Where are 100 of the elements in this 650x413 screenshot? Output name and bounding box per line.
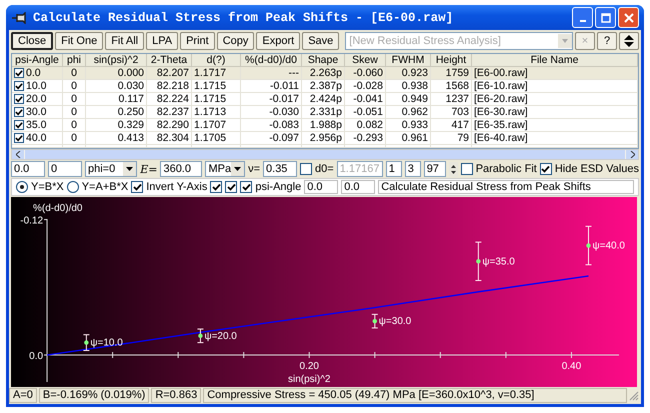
unit-dropdown[interactable]: MPa: [205, 161, 246, 177]
checkbox-label: Parabolic Fit: [476, 163, 537, 175]
table-cell: 82.224: [156, 93, 189, 105]
pin-icon: [11, 12, 29, 24]
toolbar-button[interactable]: LPA: [146, 32, 178, 50]
toolbar-button[interactable]: Copy: [216, 32, 254, 50]
checkbox[interactable]: [14, 68, 24, 78]
table-cell: 0.000: [118, 67, 144, 79]
toolbar-button[interactable]: Close: [11, 32, 54, 50]
table-cell: 1.1713: [194, 106, 226, 118]
point: [84, 340, 89, 345]
column-header[interactable]: Shape: [302, 54, 344, 66]
table-cell: 0.949: [402, 93, 428, 105]
input-field[interactable]: 97: [424, 161, 446, 177]
table-cell: 417: [451, 119, 469, 131]
table-cell: 0: [71, 80, 77, 92]
toolbar-button[interactable]: Fit One: [55, 32, 104, 50]
phi-dropdown[interactable]: phi=0: [85, 161, 138, 177]
column-header[interactable]: Height: [430, 54, 472, 66]
table-row[interactable]: 35.0 0 0.329 82.290 1.1707 -0.083 1.988p 0.082 0.933 417 [E6-35.raw]: [12, 118, 638, 132]
column-header[interactable]: Skew: [344, 54, 386, 66]
dropdown-arrow-icon: [126, 167, 134, 171]
maximize-button[interactable]: [595, 7, 616, 28]
checkbox[interactable]: [14, 133, 24, 143]
table-cell: 0: [71, 106, 77, 118]
table-cell: -0.028: [353, 80, 383, 92]
table-row[interactable]: 10.0 0 0.030 82.218 1.1715 -0.011 2.387p -0.028 0.938 1568 [E6-10.raw]: [12, 80, 638, 92]
radio-button[interactable]: [16, 181, 28, 193]
toolbar-button[interactable]: Save: [302, 32, 340, 50]
x-tick-label: 0.40: [562, 361, 582, 372]
checkbox[interactable]: [540, 163, 552, 175]
checkbox[interactable]: [14, 81, 24, 91]
close-button[interactable]: [618, 7, 639, 28]
point-label: ψ=30.0: [378, 316, 412, 328]
checkbox[interactable]: [131, 181, 144, 193]
table-cell: -0.083: [269, 119, 299, 131]
scroll-left-icon: [16, 151, 20, 158]
up-down-button[interactable]: [619, 32, 639, 50]
table-cell: -0.097: [269, 132, 299, 144]
table-cell: 82.304: [156, 132, 189, 144]
column-header[interactable]: psi-Angle: [12, 54, 62, 66]
status-text: A=0: [9, 388, 37, 403]
checkbox[interactable]: [460, 163, 473, 175]
input-field[interactable]: 0.0: [341, 180, 376, 194]
input-field[interactable]: 0: [48, 161, 82, 177]
checkbox[interactable]: [210, 181, 222, 193]
minimize-button[interactable]: [572, 7, 593, 28]
table-cell: 82.207: [156, 67, 189, 79]
table-cell: 79: [457, 132, 469, 144]
table-cell: -0.041: [353, 93, 383, 105]
input-field[interactable]: 0.0: [11, 161, 45, 177]
column-header[interactable]: d(?): [192, 54, 240, 66]
toolbar-button[interactable]: Export: [256, 32, 300, 50]
table-row[interactable]: 20.0 0 0.117 82.224 1.1715 -0.017 2.424p -0.041 0.949 1237 [E6-20.raw]: [12, 92, 638, 106]
checkbox[interactable]: [225, 181, 238, 193]
table-cell: -0.051: [353, 106, 383, 118]
up-down-arrows-icon: [624, 35, 634, 47]
radio-label: Y=B*X: [31, 181, 64, 193]
spinner-icon[interactable]: [448, 162, 458, 176]
column-header[interactable]: 2-Theta: [146, 54, 192, 66]
column-header[interactable]: File Name: [472, 54, 638, 66]
input-field[interactable]: 3: [404, 161, 421, 177]
column-header[interactable]: sin(psi)^2: [86, 54, 146, 66]
table-cell: 703: [451, 106, 469, 118]
data-point: [82, 334, 90, 351]
table-cell: 2.424p: [310, 93, 342, 105]
toolbar-button[interactable]: Print: [180, 32, 215, 50]
table-cell: 0.413: [118, 132, 144, 144]
checkbox[interactable]: [14, 120, 24, 130]
input-field[interactable]: 0.35: [263, 161, 298, 177]
y-tick-label: 0.0: [29, 351, 44, 362]
table-cell: 10.0: [26, 80, 46, 92]
table-cell: 2.331p: [310, 106, 342, 118]
checkbox-label: Hide ESD Values: [554, 163, 639, 175]
table-row[interactable]: 40.0 0 0.413 82.304 1.1705 -0.097 2.956p -0.293 0.961 79 [E6-40.raw]: [12, 132, 638, 144]
input-field[interactable]: 0.0: [304, 180, 338, 194]
table-cell: 35.0: [26, 119, 46, 131]
checkbox[interactable]: [240, 181, 252, 193]
data-point: [371, 314, 378, 328]
table-cell: [E6-35.raw]: [474, 119, 528, 131]
column-header[interactable]: phi: [62, 54, 86, 66]
checkbox-label: Invert Y-Axis: [146, 181, 208, 193]
input-field[interactable]: 360.0: [160, 161, 202, 177]
checkbox[interactable]: [300, 163, 312, 175]
table-row[interactable]: 30.0 0 0.250 82.237 1.1713 -0.030 2.331p -0.051 0.962 703 [E6-30.raw]: [12, 106, 638, 118]
toolbar-button[interactable]: Fit All: [105, 32, 144, 50]
help-button[interactable]: ?: [597, 32, 617, 50]
point-label: ψ=20.0: [204, 330, 237, 342]
horizontal-scrollbar[interactable]: [11, 149, 639, 160]
chart-title-field[interactable]: Calculate Residual Stress from Peak Shifts: [378, 180, 634, 194]
table-cell: 0.117: [118, 93, 144, 105]
column-header[interactable]: %(d-d0)/d0: [240, 54, 302, 66]
table-row[interactable]: 0.0 0 0.000 82.207 1.1717 --- 2.263p -0.060 0.923 1759 [E6-00.raw]: [12, 66, 638, 80]
radio-button[interactable]: [66, 181, 79, 193]
checkbox[interactable]: [14, 94, 24, 104]
point: [586, 243, 591, 248]
checkbox[interactable]: [14, 107, 24, 117]
input-field[interactable]: 1: [386, 161, 402, 177]
column-header[interactable]: FWHM: [386, 54, 430, 66]
status-text: R=0.863: [151, 388, 202, 403]
